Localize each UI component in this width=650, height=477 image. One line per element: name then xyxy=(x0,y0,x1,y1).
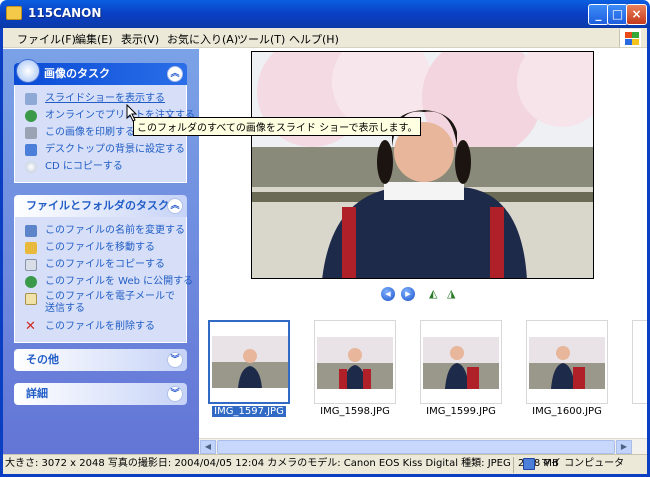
task-copy-file[interactable]: このファイルをコピーする xyxy=(25,257,186,274)
task-delete-file[interactable]: ✕ このファイルを削除する xyxy=(25,319,186,336)
scrollbar-thumb[interactable] xyxy=(217,440,615,454)
thumbnail-label[interactable]: IMG_1599.JPG xyxy=(406,406,516,417)
file-tasks-header[interactable]: ファイルとフォルダのタスク ︽ xyxy=(14,195,187,217)
thumbnail-image[interactable] xyxy=(314,320,396,404)
thumbnail-image[interactable] xyxy=(526,320,608,404)
folder-icon xyxy=(6,6,22,20)
windows-logo-icon xyxy=(619,29,641,47)
expand-chevron-icon[interactable]: ︾ xyxy=(167,352,183,368)
task-pane: 画像のタスク ︽ スライドショーを表示する オンラインでプリントを注文する この… xyxy=(3,49,199,454)
status-zone: マイ コンピュータ xyxy=(541,458,625,469)
window-title: 115CANON xyxy=(28,6,102,20)
expand-chevron-icon[interactable]: ︾ xyxy=(167,386,183,402)
thumbnail-image[interactable] xyxy=(420,320,502,404)
menu-bar: ファイル(F) 編集(E) 表示(V) お気に入り(A) ツール(T) ヘルプ(… xyxy=(3,28,647,48)
task-move-file[interactable]: このファイルを移動する xyxy=(25,240,186,257)
collapse-chevron-icon[interactable]: ︽ xyxy=(167,198,183,214)
menu-edit[interactable]: 編集(E) xyxy=(75,31,113,47)
thumbnail-label[interactable]: IMG_1597.JPG xyxy=(212,406,286,417)
cd-icon xyxy=(25,161,37,173)
task-slideshow[interactable]: スライドショーを表示する xyxy=(25,91,186,108)
printer-icon xyxy=(25,127,37,139)
menu-view[interactable]: 表示(V) xyxy=(121,31,159,47)
menu-file[interactable]: ファイル(F) xyxy=(17,31,76,47)
thumbnail-label[interactable]: IMG_1598.JPG xyxy=(300,406,410,417)
file-tasks-panel: ファイルとフォルダのタスク ︽ このファイルの名前を変更する このファイルを移動… xyxy=(14,195,193,343)
scroll-left-icon[interactable]: ◀ xyxy=(200,440,216,454)
menu-help[interactable]: ヘルプ(H) xyxy=(289,31,339,47)
task-publish-web[interactable]: このファイルを Web に公開する xyxy=(25,274,193,291)
other-header[interactable]: その他 ︾ xyxy=(14,349,187,371)
task-set-desktop-background[interactable]: デスクトップの背景に設定する xyxy=(25,142,186,159)
details-header[interactable]: 詳細 ︾ xyxy=(14,383,187,405)
task-rename-file[interactable]: このファイルの名前を変更する xyxy=(25,223,186,240)
thumbnail-label[interactable]: IMG_1600.JPG xyxy=(512,406,622,417)
next-image-icon[interactable]: ▶ xyxy=(401,287,415,301)
slideshow-icon xyxy=(25,93,37,105)
mouse-cursor-icon xyxy=(126,104,138,122)
thumbnail-partial[interactable] xyxy=(632,320,647,404)
task-email-file[interactable]: このファイルを電子メールで送信する xyxy=(25,291,186,319)
thumbnail-photo xyxy=(315,321,395,403)
rotate-counterclockwise-icon[interactable]: ◮ xyxy=(447,288,461,300)
rotate-clockwise-icon[interactable]: ◭ xyxy=(429,288,443,300)
my-computer-icon xyxy=(523,458,535,470)
thumbnail-photo xyxy=(527,321,607,403)
title-bar[interactable]: 115CANON _ □ × xyxy=(0,0,650,28)
scroll-right-icon[interactable]: ▶ xyxy=(616,440,632,454)
minimize-button[interactable]: _ xyxy=(588,4,609,25)
image-preview[interactable] xyxy=(251,51,594,279)
maximize-button[interactable]: □ xyxy=(607,4,628,25)
thumbnail-strip: IMG_1597.JPG IMG_1598.JPG IMG_1599.JPG I… xyxy=(199,314,647,442)
thumbnail-image[interactable] xyxy=(208,320,290,404)
rename-icon xyxy=(25,225,37,237)
image-tasks-header[interactable]: 画像のタスク ︽ xyxy=(14,59,187,85)
status-separator xyxy=(513,457,514,473)
collapse-chevron-icon[interactable]: ︽ xyxy=(167,66,183,82)
filmstrip-view: ◀ ▶ ◭ ◮ IMG_1597.JPG IMG_1598.JPG IMG_15… xyxy=(199,49,647,454)
close-button[interactable]: × xyxy=(626,4,647,25)
copy-icon xyxy=(25,259,37,271)
task-copy-to-cd[interactable]: CD にコピーする xyxy=(25,159,186,176)
email-icon xyxy=(25,293,37,305)
online-print-icon xyxy=(25,110,37,122)
desktop-icon xyxy=(25,144,37,156)
horizontal-scrollbar[interactable]: ◀ ▶ xyxy=(199,438,647,454)
web-publish-icon xyxy=(25,276,37,288)
previous-image-icon[interactable]: ◀ xyxy=(381,287,395,301)
other-panel: その他 ︾ xyxy=(14,349,187,371)
menu-favorites[interactable]: お気に入り(A) xyxy=(167,31,238,47)
delete-icon: ✕ xyxy=(25,319,36,334)
status-details: 大きさ: 3072 x 2048 写真の撮影日: 2004/04/05 12:0… xyxy=(5,458,559,469)
thumbnail-photo xyxy=(421,321,501,403)
status-bar: 大きさ: 3072 x 2048 写真の撮影日: 2004/04/05 12:0… xyxy=(3,454,647,474)
file-tasks-body: このファイルの名前を変更する このファイルを移動する このファイルをコピーする … xyxy=(14,217,193,343)
menu-tools[interactable]: ツール(T) xyxy=(237,31,285,47)
preview-photo xyxy=(252,52,593,278)
tooltip: このフォルダのすべての画像をスライド ショーで表示します。 xyxy=(133,117,422,136)
thumbnail-photo xyxy=(210,322,288,402)
image-tasks-icon xyxy=(16,59,40,83)
details-panel: 詳細 ︾ xyxy=(14,383,187,405)
move-icon xyxy=(25,242,37,254)
